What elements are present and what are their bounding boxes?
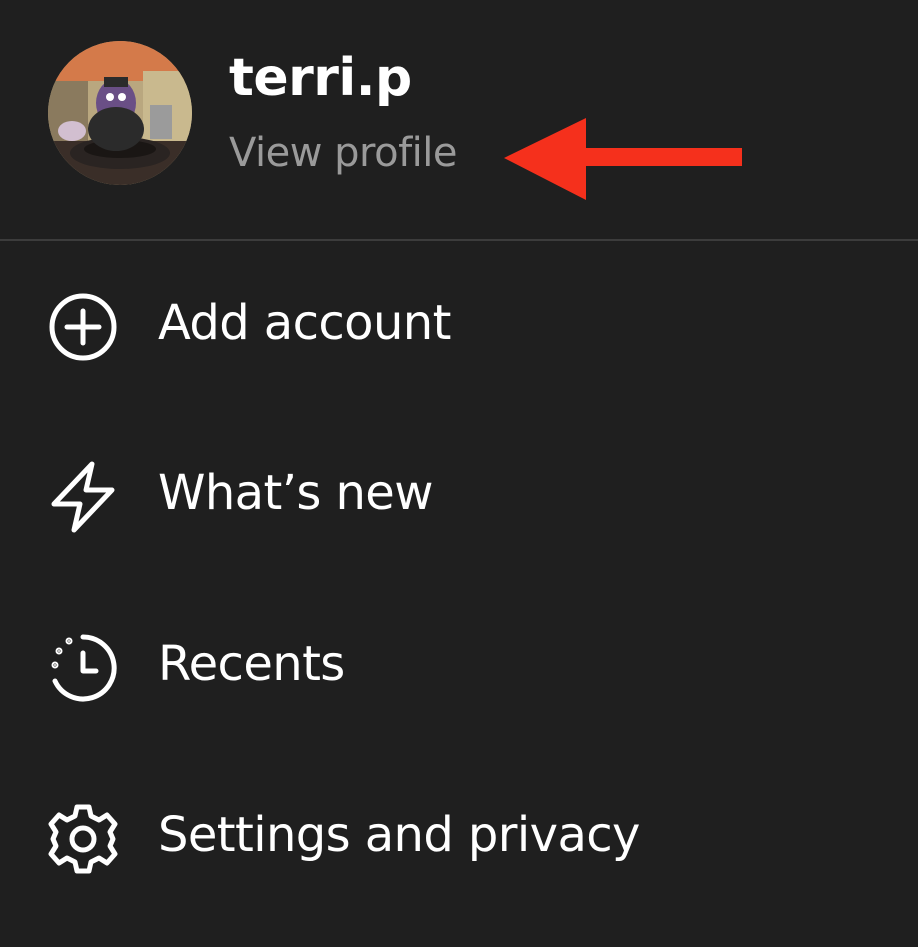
annotation-arrow-icon [500, 112, 750, 208]
menu-item-label: What’s new [158, 465, 433, 521]
menu-item-label: Recents [158, 636, 345, 692]
lightning-bolt-icon [46, 460, 120, 534]
gear-icon [46, 802, 120, 876]
menu-item-whats-new[interactable]: What’s new [0, 440, 918, 550]
plus-circle-icon [46, 290, 120, 364]
menu-item-label: Add account [158, 295, 451, 351]
username: terri.p [229, 48, 412, 108]
menu-item-label: Settings and privacy [158, 807, 640, 863]
profile-header[interactable]: terri.p View profile [0, 0, 918, 240]
menu-item-recents[interactable]: Recents [0, 611, 918, 721]
clock-history-icon [46, 631, 120, 705]
divider [0, 239, 918, 241]
menu-item-settings-privacy[interactable]: Settings and privacy [0, 782, 918, 892]
avatar[interactable] [48, 41, 192, 185]
view-profile-link[interactable]: View profile [229, 133, 457, 173]
menu-item-add-account[interactable]: Add account [0, 270, 918, 380]
